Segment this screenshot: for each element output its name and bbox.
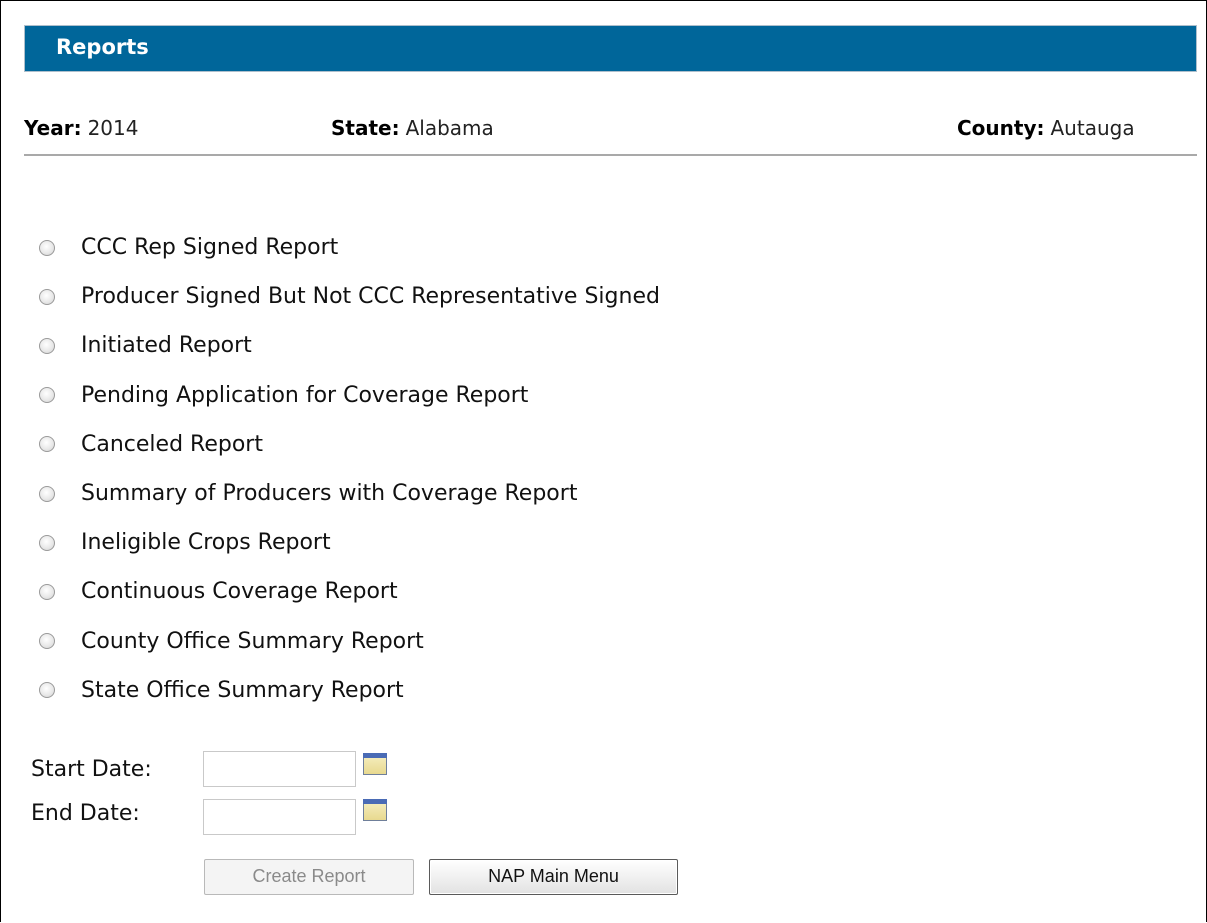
county-info: County: Autauga: [957, 116, 1135, 140]
report-option-label[interactable]: County Office Summary Report: [81, 629, 424, 654]
report-option-label[interactable]: Initiated Report: [81, 333, 252, 358]
reports-page: Reports Year: 2014 State: Alabama County: A…: [0, 0, 1207, 922]
nap-main-menu-button[interactable]: NAP Main Menu: [429, 859, 678, 895]
radio-icon[interactable]: [39, 534, 55, 551]
report-options-list: CCC Rep Signed Report Producer Signed Bu…: [39, 223, 660, 715]
state-label: State:: [331, 116, 400, 140]
report-option[interactable]: Canceled Report: [39, 420, 660, 469]
header-divider: [24, 154, 1197, 156]
report-option[interactable]: Initiated Report: [39, 321, 660, 370]
report-option-label[interactable]: Canceled Report: [81, 432, 263, 457]
report-option-label[interactable]: Continuous Coverage Report: [81, 579, 398, 604]
report-option[interactable]: Producer Signed But Not CCC Representati…: [39, 272, 660, 321]
report-option-label[interactable]: Producer Signed But Not CCC Representati…: [81, 284, 660, 309]
report-option[interactable]: Ineligible Crops Report: [39, 518, 660, 567]
report-option[interactable]: Pending Application for Coverage Report: [39, 371, 660, 420]
report-option-label[interactable]: State Office Summary Report: [81, 678, 404, 703]
end-date-field[interactable]: [203, 799, 356, 835]
state-info: State: Alabama: [331, 116, 494, 140]
radio-icon[interactable]: [39, 239, 55, 256]
year-info: Year: 2014: [24, 116, 138, 140]
radio-icon[interactable]: [39, 583, 55, 600]
radio-icon[interactable]: [39, 633, 55, 650]
report-option-label[interactable]: CCC Rep Signed Report: [81, 235, 338, 260]
page-title: Reports: [56, 35, 149, 59]
page-header: Reports: [24, 25, 1197, 72]
county-value: Autauga: [1050, 116, 1135, 140]
report-option[interactable]: Continuous Coverage Report: [39, 567, 660, 616]
report-option[interactable]: County Office Summary Report: [39, 617, 660, 666]
radio-icon[interactable]: [39, 288, 55, 305]
report-option-label[interactable]: Summary of Producers with Coverage Repor…: [81, 481, 577, 506]
radio-icon[interactable]: [39, 337, 55, 354]
year-value: 2014: [87, 116, 139, 140]
report-option-label[interactable]: Pending Application for Coverage Report: [81, 383, 528, 408]
radio-icon[interactable]: [39, 436, 55, 453]
start-date-field[interactable]: [203, 751, 356, 787]
calendar-icon[interactable]: [363, 753, 387, 775]
report-option-label[interactable]: Ineligible Crops Report: [81, 530, 331, 555]
county-label: County:: [957, 116, 1045, 140]
state-value: Alabama: [405, 116, 494, 140]
report-option[interactable]: Summary of Producers with Coverage Repor…: [39, 469, 660, 518]
radio-icon[interactable]: [39, 387, 55, 404]
report-option[interactable]: CCC Rep Signed Report: [39, 223, 660, 272]
radio-icon[interactable]: [39, 682, 55, 699]
end-date-label: End Date:: [31, 801, 140, 826]
calendar-icon[interactable]: [363, 799, 387, 821]
start-date-label: Start Date:: [31, 757, 152, 782]
radio-icon[interactable]: [39, 485, 55, 502]
report-option[interactable]: State Office Summary Report: [39, 666, 660, 715]
create-report-button[interactable]: Create Report: [204, 859, 414, 895]
year-label: Year:: [24, 116, 82, 140]
